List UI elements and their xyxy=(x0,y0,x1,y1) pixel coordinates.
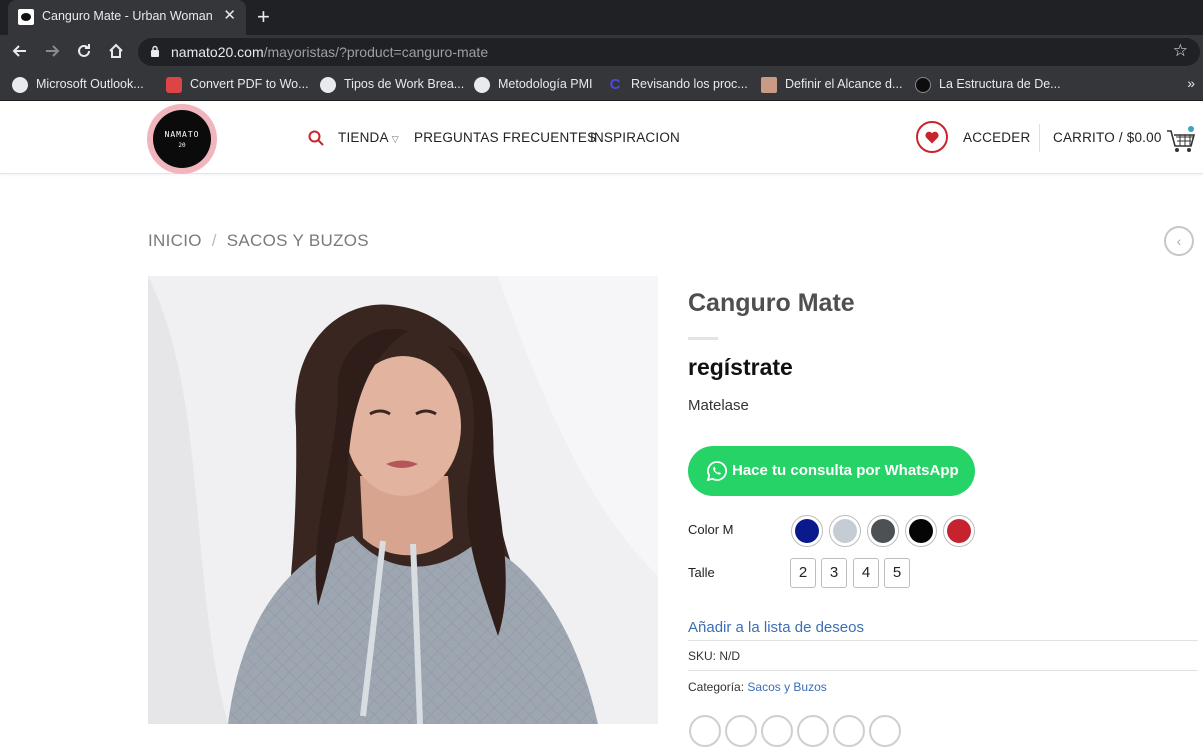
share-pinterest-icon[interactable] xyxy=(833,715,865,747)
search-icon[interactable] xyxy=(308,130,324,146)
share-whatsapp-icon[interactable] xyxy=(689,715,721,747)
add-to-wishlist-link[interactable]: Añadir a la lista de deseos xyxy=(688,619,864,636)
category-label: Categoría: xyxy=(688,680,745,694)
site-logo[interactable]: NAMATO 20 xyxy=(147,104,217,174)
category-link[interactable]: Sacos y Buzos xyxy=(747,680,826,694)
browser-tab-active[interactable]: Canguro Mate - Urban Woman ✕ xyxy=(8,0,246,35)
logo-badge: NAMATO 20 xyxy=(153,110,211,168)
logo-subtext: 20 xyxy=(178,142,186,149)
share-facebook-icon[interactable] xyxy=(725,715,757,747)
bookmark-label: Definir el Alcance d... xyxy=(785,77,903,91)
tab-close-icon[interactable]: ✕ xyxy=(223,7,236,25)
swatch-fill xyxy=(833,519,857,543)
share-email-icon[interactable] xyxy=(797,715,829,747)
swatch-fill xyxy=(795,519,819,543)
bookmark-label: La Estructura de De... xyxy=(939,77,1061,91)
nav-inspiracion[interactable]: INSPIRACION xyxy=(590,130,680,145)
c-logo-icon: C xyxy=(609,76,621,93)
bookmark-label: Revisando los proc... xyxy=(631,77,748,91)
color-swatch-light-gray[interactable] xyxy=(829,515,861,547)
bookmark-label: Tipos de Work Brea... xyxy=(344,77,465,91)
browser-tab-bar: Canguro Mate - Urban Woman ✕ + xyxy=(0,0,1203,35)
price-register-text: regístrate xyxy=(688,354,793,380)
pmi-logo-icon xyxy=(915,77,931,93)
person-avatar-icon xyxy=(761,77,777,93)
sku-value: N/D xyxy=(719,649,741,663)
sku-label: SKU: xyxy=(688,649,717,663)
address-bar[interactable]: namato20.com/mayoristas/?product=canguro… xyxy=(138,38,1200,66)
breadcrumb: INICIO / SACOS Y BUZOS xyxy=(148,231,369,251)
color-swatch-navy[interactable] xyxy=(791,515,823,547)
bookmarks-overflow-icon[interactable]: » xyxy=(1187,75,1195,91)
previous-product-button[interactable]: ‹ xyxy=(1164,226,1194,256)
site-favicon-icon xyxy=(18,9,34,25)
whatsapp-button-label: Hace tu consulta por WhatsApp xyxy=(732,462,959,479)
size-option-4[interactable]: 4 xyxy=(853,558,879,588)
breadcrumb-home[interactable]: INICIO xyxy=(148,231,202,250)
product-category: Categoría: Sacos y Buzos xyxy=(688,680,827,694)
meta-divider xyxy=(688,640,1198,641)
bookmark-label: Microsoft Outlook... xyxy=(36,77,144,91)
globe-icon xyxy=(474,77,490,93)
forward-arrow-icon[interactable] xyxy=(42,42,62,62)
nav-tienda-label: TIENDA xyxy=(338,130,389,145)
whatsapp-consult-button[interactable]: Hace tu consulta por WhatsApp xyxy=(688,446,975,496)
product-photo-illustration xyxy=(148,276,658,724)
chevron-left-icon: ‹ xyxy=(1176,233,1182,249)
pdf-converter-icon xyxy=(166,77,182,93)
swatch-fill xyxy=(871,519,895,543)
bookmarks-bar: Microsoft Outlook... Convert PDF to Wo..… xyxy=(0,69,1203,101)
new-tab-button[interactable]: + xyxy=(257,4,270,30)
bookmark-star-icon[interactable]: ☆ xyxy=(1173,41,1188,61)
url-text: namato20.com/mayoristas/?product=canguro… xyxy=(171,44,488,60)
nav-tienda[interactable]: TIENDA ▽ xyxy=(338,130,399,145)
bookmark-label: Metodología PMI xyxy=(498,77,593,91)
reload-icon[interactable] xyxy=(74,42,94,62)
back-arrow-icon[interactable] xyxy=(10,42,30,62)
size-option-2[interactable]: 2 xyxy=(790,558,816,588)
breadcrumb-category[interactable]: SACOS Y BUZOS xyxy=(227,231,369,250)
color-swatch-black[interactable] xyxy=(905,515,937,547)
browser-toolbar: namato20.com/mayoristas/?product=canguro… xyxy=(0,35,1203,69)
whatsapp-icon xyxy=(706,461,727,482)
chevron-down-icon: ▽ xyxy=(391,134,399,144)
product-sku: SKU: N/D xyxy=(688,649,740,663)
bookmark-label: Convert PDF to Wo... xyxy=(190,77,309,91)
logo-text: NAMATO xyxy=(164,130,200,139)
url-host: namato20.com xyxy=(171,44,264,60)
shopping-basket-icon[interactable] xyxy=(1166,125,1196,155)
globe-icon xyxy=(320,77,336,93)
breadcrumb-separator: / xyxy=(211,231,217,250)
product-short-description: Matelase xyxy=(688,397,749,414)
size-option-3[interactable]: 3 xyxy=(821,558,847,588)
tab-title: Canguro Mate - Urban Woman xyxy=(42,9,213,23)
globe-icon xyxy=(12,77,28,93)
cart-link[interactable]: CARRITO / $0.00 xyxy=(1053,130,1162,145)
acceder-link[interactable]: ACCEDER xyxy=(963,130,1030,145)
share-twitter-icon[interactable] xyxy=(761,715,793,747)
nav-preguntas-frecuentes[interactable]: PREGUNTAS FRECUENTES xyxy=(414,130,596,145)
size-label: Talle xyxy=(688,565,715,580)
product-image[interactable] xyxy=(148,276,658,724)
header-divider xyxy=(1039,124,1040,152)
color-swatch-dark-gray[interactable] xyxy=(867,515,899,547)
color-swatch-red[interactable] xyxy=(943,515,975,547)
size-option-5[interactable]: 5 xyxy=(884,558,910,588)
site-header: NAMATO 20 TIENDA ▽ PREGUNTAS FRECUENTES I… xyxy=(0,102,1203,174)
share-linkedin-icon[interactable] xyxy=(869,715,901,747)
color-label: Color M xyxy=(688,522,734,537)
title-divider xyxy=(688,337,718,340)
home-icon[interactable] xyxy=(106,42,126,62)
lock-icon xyxy=(151,45,159,57)
product-title: Canguro Mate xyxy=(688,289,855,317)
swatch-fill xyxy=(947,519,971,543)
meta-divider xyxy=(688,670,1198,671)
url-path: /mayoristas/?product=canguro-mate xyxy=(263,44,489,60)
wishlist-heart-icon[interactable] xyxy=(916,121,948,153)
swatch-fill xyxy=(909,519,933,543)
